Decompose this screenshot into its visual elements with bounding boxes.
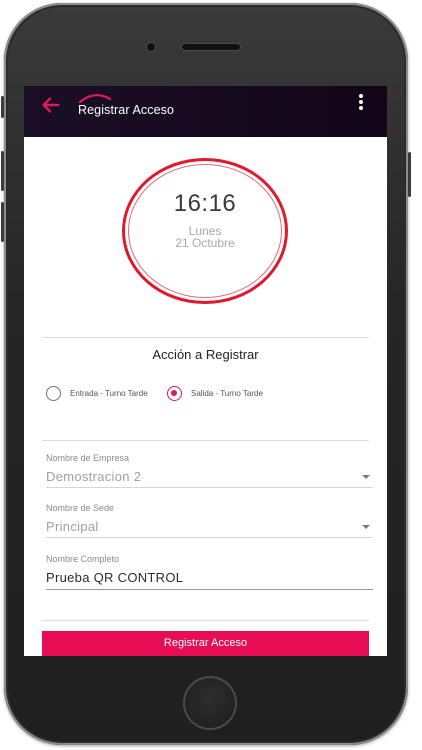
arrow-left-icon[interactable] xyxy=(40,94,62,116)
chevron-down-icon[interactable] xyxy=(362,525,370,529)
empresa-underline xyxy=(46,487,373,488)
section-divider xyxy=(42,337,369,338)
empresa-label: Nombre de Empresa xyxy=(46,453,130,463)
chevron-down-icon[interactable] xyxy=(362,475,370,479)
app-screen: Registrar Acceso 16:16 Lunes 21 Octubre … xyxy=(24,86,387,656)
front-camera xyxy=(147,43,155,51)
mute-switch xyxy=(1,96,4,118)
radio-entrada[interactable]: Entrada - Turno Tarde xyxy=(46,386,166,404)
radio-divider xyxy=(42,440,369,441)
nombre-label: Nombre Completo xyxy=(46,554,120,564)
radio-button[interactable] xyxy=(46,386,61,401)
empresa-select[interactable]: Demostracion 2 xyxy=(46,469,141,484)
more-vertical-icon[interactable] xyxy=(358,94,364,112)
sede-underline xyxy=(46,537,373,538)
volume-up-button xyxy=(1,151,4,191)
form-divider xyxy=(42,620,369,621)
sede-select[interactable]: Principal xyxy=(46,519,99,534)
home-button[interactable] xyxy=(183,676,237,730)
radio-salida[interactable]: Salida - Turno Tarde xyxy=(167,386,287,404)
clock-date: 21 Octubre xyxy=(175,236,235,250)
earpiece-speaker xyxy=(182,44,240,50)
sede-label: Nombre de Sede xyxy=(46,503,115,513)
brand-logo-icon xyxy=(79,94,111,103)
section-title: Acción a Registrar xyxy=(152,347,259,362)
clock-time: 16:16 xyxy=(173,190,237,217)
nombre-underline xyxy=(46,589,373,590)
app-bar: Registrar Acceso xyxy=(24,86,387,137)
radio-button-checked[interactable] xyxy=(167,386,182,401)
nombre-input[interactable]: Prueba QR CONTROL xyxy=(46,570,183,585)
power-button xyxy=(408,152,411,197)
radio-label: Entrada - Turno Tarde xyxy=(70,389,148,398)
radio-label: Salida - Turno Tarde xyxy=(191,389,263,398)
register-access-button[interactable]: Registrar Acceso xyxy=(42,631,369,656)
page-title: Registrar Acceso xyxy=(78,103,175,117)
volume-down-button xyxy=(1,202,4,242)
